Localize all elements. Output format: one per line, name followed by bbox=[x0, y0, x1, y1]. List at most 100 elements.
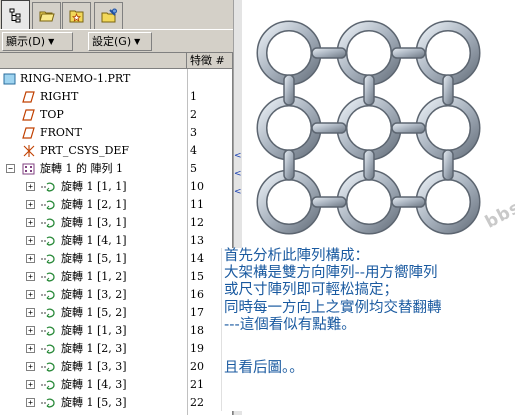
expand-icon[interactable]: + bbox=[26, 182, 35, 191]
tab-connections[interactable] bbox=[94, 2, 123, 29]
tree-item-label: 旋轉 1 [4, 3] bbox=[61, 378, 127, 391]
expand-icon[interactable]: + bbox=[26, 344, 35, 353]
tree-item-revolve-instance[interactable]: + 旋轉 1 [4, 1] 13 bbox=[0, 232, 232, 250]
link bbox=[391, 196, 426, 208]
revolve-feature-icon bbox=[41, 290, 55, 300]
coordinate-system-icon bbox=[23, 145, 35, 157]
feature-id: 19 bbox=[190, 342, 204, 355]
expand-icon[interactable]: + bbox=[26, 308, 35, 317]
feature-id: 10 bbox=[190, 180, 204, 193]
tree-item-label: 旋轉 1 [5, 1] bbox=[61, 252, 127, 265]
tree-item-csys[interactable]: PRT_CSYS_DEF 4 bbox=[0, 142, 232, 160]
revolve-feature-icon bbox=[41, 200, 55, 210]
collapse-panel-arrow-icon[interactable]: < < < bbox=[234, 152, 242, 197]
chainmail-model bbox=[256, 20, 481, 235]
ring-shade bbox=[258, 171, 320, 233]
tab-favorites[interactable] bbox=[62, 2, 91, 29]
expand-icon[interactable]: + bbox=[26, 380, 35, 389]
feature-id: 20 bbox=[190, 360, 204, 373]
expand-icon[interactable]: + bbox=[26, 290, 35, 299]
revolve-feature-icon bbox=[41, 272, 55, 282]
tree-item-revolve-instance[interactable]: + 旋轉 1 [1, 2] 15 bbox=[0, 268, 232, 286]
link bbox=[363, 74, 375, 106]
tree-item-label: 旋轉 1 [3, 3] bbox=[61, 360, 127, 373]
tree-item-datum-top[interactable]: TOP 2 bbox=[0, 106, 232, 124]
expand-icon[interactable]: + bbox=[26, 272, 35, 281]
revolve-feature-icon bbox=[41, 362, 55, 372]
note-line: 大架構是雙方向陣列--用方嚮陣列 bbox=[224, 265, 438, 281]
link bbox=[283, 74, 295, 106]
feature-id: 16 bbox=[190, 288, 204, 301]
tree-item-label: TOP bbox=[40, 108, 64, 121]
ring-shade bbox=[338, 171, 400, 233]
tree-item-revolve-instance[interactable]: + 旋轉 1 [3, 3] 20 bbox=[0, 358, 232, 376]
tree-item-label: FRONT bbox=[40, 126, 82, 139]
collapse-icon[interactable]: − bbox=[6, 164, 15, 173]
feature-id: 3 bbox=[190, 126, 197, 139]
tree-column-feature-id[interactable]: 特徵 # bbox=[188, 53, 232, 69]
feature-id: 21 bbox=[190, 378, 204, 391]
tree-item-revolve-instance[interactable]: + 旋轉 1 [2, 1] 11 bbox=[0, 196, 232, 214]
expand-icon[interactable]: + bbox=[26, 200, 35, 209]
tree-item-revolve-instance[interactable]: + 旋轉 1 [5, 2] 17 bbox=[0, 304, 232, 322]
revolve-feature-icon bbox=[41, 182, 55, 192]
display-menu-button[interactable]: 顯示(D) ▼ bbox=[2, 32, 73, 51]
link bbox=[391, 122, 426, 134]
tree-item-revolve-instance[interactable]: + 旋轉 1 [3, 1] 12 bbox=[0, 214, 232, 232]
tree-item-datum-right[interactable]: RIGHT 1 bbox=[0, 88, 232, 106]
revolve-feature-icon bbox=[41, 398, 55, 408]
tree-item-label: PRT_CSYS_DEF bbox=[40, 144, 130, 157]
annotation-note: 首先分析此陣列構成： 大架構是雙方向陣列--用方嚮陣列 或尺寸陣列即可輕松搞定；… bbox=[221, 248, 510, 411]
ring-shade bbox=[338, 22, 400, 84]
expand-icon[interactable]: + bbox=[26, 362, 35, 371]
note-line: 首先分析此陣列構成： bbox=[224, 248, 369, 264]
tree-item-label: 旋轉 1 [3, 2] bbox=[61, 288, 127, 301]
settings-menu-button[interactable]: 設定(G) ▼ bbox=[88, 32, 152, 51]
link bbox=[283, 149, 295, 181]
tree-toolbar: 顯示(D) ▼ 設定(G) ▼ bbox=[0, 29, 233, 53]
tab-folder-browser[interactable] bbox=[32, 2, 61, 29]
tree-item-revolve-instance[interactable]: + 旋轉 1 [1, 1] 10 bbox=[0, 178, 232, 196]
tree-item-label: 旋轉 1 [1, 1] bbox=[61, 180, 127, 193]
navigator-tabs bbox=[0, 0, 233, 29]
feature-id: 5 bbox=[190, 162, 197, 175]
tree-item-revolve-instance[interactable]: + 旋轉 1 [5, 1] 14 bbox=[0, 250, 232, 268]
ring-shade bbox=[338, 97, 400, 159]
tree-item-revolve-instance[interactable]: + 旋轉 1 [1, 3] 18 bbox=[0, 322, 232, 340]
feature-id: 11 bbox=[190, 198, 204, 211]
tree-item-datum-front[interactable]: FRONT 3 bbox=[0, 124, 232, 142]
part-icon bbox=[3, 73, 16, 85]
tree-item-revolve-instance[interactable]: + 旋轉 1 [4, 3] 21 bbox=[0, 376, 232, 394]
folder-icon bbox=[38, 11, 55, 22]
tree-item-label: 旋轉 1 [1, 2] bbox=[61, 270, 127, 283]
link bbox=[311, 47, 347, 59]
feature-id: 17 bbox=[190, 306, 204, 319]
feature-id: 22 bbox=[190, 396, 204, 409]
tree-column-name[interactable] bbox=[0, 53, 187, 69]
tree-item-label: 旋轉 1 [5, 2] bbox=[61, 306, 127, 319]
expand-icon[interactable]: + bbox=[26, 398, 35, 407]
feature-id: 1 bbox=[190, 90, 197, 103]
ring-shade bbox=[258, 97, 320, 159]
expand-icon[interactable]: + bbox=[26, 236, 35, 245]
link bbox=[442, 74, 454, 106]
expand-icon[interactable]: + bbox=[26, 254, 35, 263]
ring-shade bbox=[417, 171, 479, 233]
tree-item-revolve-instance[interactable]: + 旋轉 1 [2, 3] 19 bbox=[0, 340, 232, 358]
link bbox=[391, 47, 426, 59]
ring-shade bbox=[258, 22, 320, 84]
tree-item-part[interactable]: RING-NEMO-1.PRT bbox=[0, 70, 232, 88]
revolve-feature-icon bbox=[41, 254, 55, 264]
link bbox=[311, 122, 347, 134]
expand-icon[interactable]: + bbox=[26, 218, 35, 227]
expand-icon[interactable]: + bbox=[26, 326, 35, 335]
tree-item-pattern[interactable]: − 旋轉 1 的 陣列 1 5 bbox=[0, 160, 232, 178]
tree-item-revolve-instance[interactable]: + 旋轉 1 [3, 2] 16 bbox=[0, 286, 232, 304]
feature-id: 2 bbox=[190, 108, 197, 121]
ring-shade bbox=[417, 22, 479, 84]
tree-item-label: 旋轉 1 [3, 1] bbox=[61, 216, 127, 229]
tree-item-revolve-instance[interactable]: + 旋轉 1 [5, 3] 22 bbox=[0, 394, 232, 412]
tab-model-tree[interactable] bbox=[1, 0, 30, 29]
feature-id: 13 bbox=[190, 234, 204, 247]
tree-item-label: 旋轉 1 [1, 3] bbox=[61, 324, 127, 337]
